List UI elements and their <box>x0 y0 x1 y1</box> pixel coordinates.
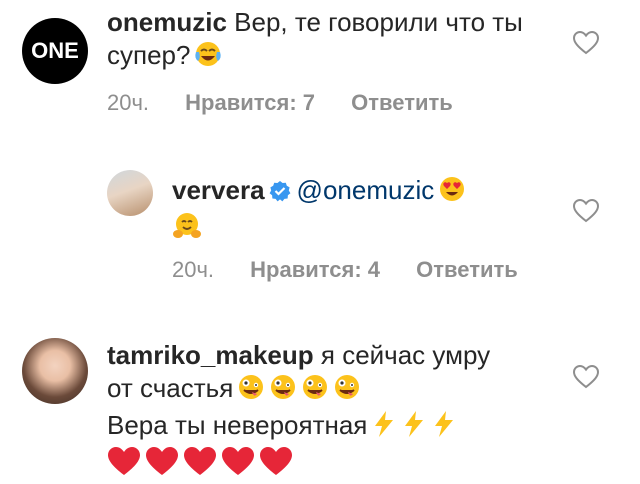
avatar-onemuzic[interactable]: ONE <box>22 18 88 84</box>
zany-face-emoji-icon <box>269 373 297 409</box>
comment-body: onemuzic Вер, те говорили что ты супер? <box>107 6 547 76</box>
comment-text-line3: Вера ты невероятная <box>107 410 368 440</box>
lightning-emoji-icon <box>371 410 397 446</box>
comment-username[interactable]: onemuzic <box>107 7 227 37</box>
hugging-emoji-icon <box>172 211 202 249</box>
comment-body: ververa @onemuzic <box>172 174 532 249</box>
zany-face-emoji-icon <box>301 373 329 409</box>
comment-body: tamriko_makeup я сейчас умру от счастья … <box>107 339 547 484</box>
comment-text-line2: от счастья <box>107 373 234 403</box>
lightning-emoji-icon <box>401 410 427 446</box>
like-heart-icon[interactable] <box>572 30 600 55</box>
reply-button[interactable]: Ответить <box>351 90 453 115</box>
comment-meta: 20ч. Нравится: 7 Ответить <box>107 90 483 116</box>
comment-time: 20ч. <box>172 257 215 282</box>
likes-count[interactable]: Нравится: 4 <box>250 257 380 282</box>
tears-of-joy-emoji-icon <box>194 40 222 76</box>
lightning-emoji-icon <box>431 410 457 446</box>
red-heart-emoji-icon <box>107 446 141 484</box>
avatar-ververa[interactable] <box>107 170 153 216</box>
reply-button[interactable]: Ответить <box>416 257 518 282</box>
red-heart-emoji-icon <box>221 446 255 484</box>
zany-face-emoji-icon <box>237 373 265 409</box>
comment-time: 20ч. <box>107 90 150 115</box>
avatar-logo-text: ONE <box>31 38 79 63</box>
avatar-tamriko[interactable] <box>22 338 88 404</box>
comment-username[interactable]: tamriko_makeup <box>107 340 314 370</box>
mention-link[interactable]: @onemuzic <box>297 175 435 205</box>
red-heart-emoji-icon <box>259 446 293 484</box>
comment-username[interactable]: ververa <box>172 175 265 205</box>
like-heart-icon[interactable] <box>572 364 600 389</box>
red-heart-emoji-icon <box>183 446 217 484</box>
comment-text-line1: я сейчас умру <box>320 340 491 370</box>
red-heart-emoji-icon <box>145 446 179 484</box>
zany-face-emoji-icon <box>333 373 361 409</box>
verified-badge-icon <box>269 177 291 210</box>
comment-meta: 20ч. Нравится: 4 Ответить <box>172 257 548 283</box>
like-heart-icon[interactable] <box>572 198 600 223</box>
likes-count[interactable]: Нравится: 7 <box>185 90 315 115</box>
heart-eyes-emoji-icon <box>438 175 466 211</box>
